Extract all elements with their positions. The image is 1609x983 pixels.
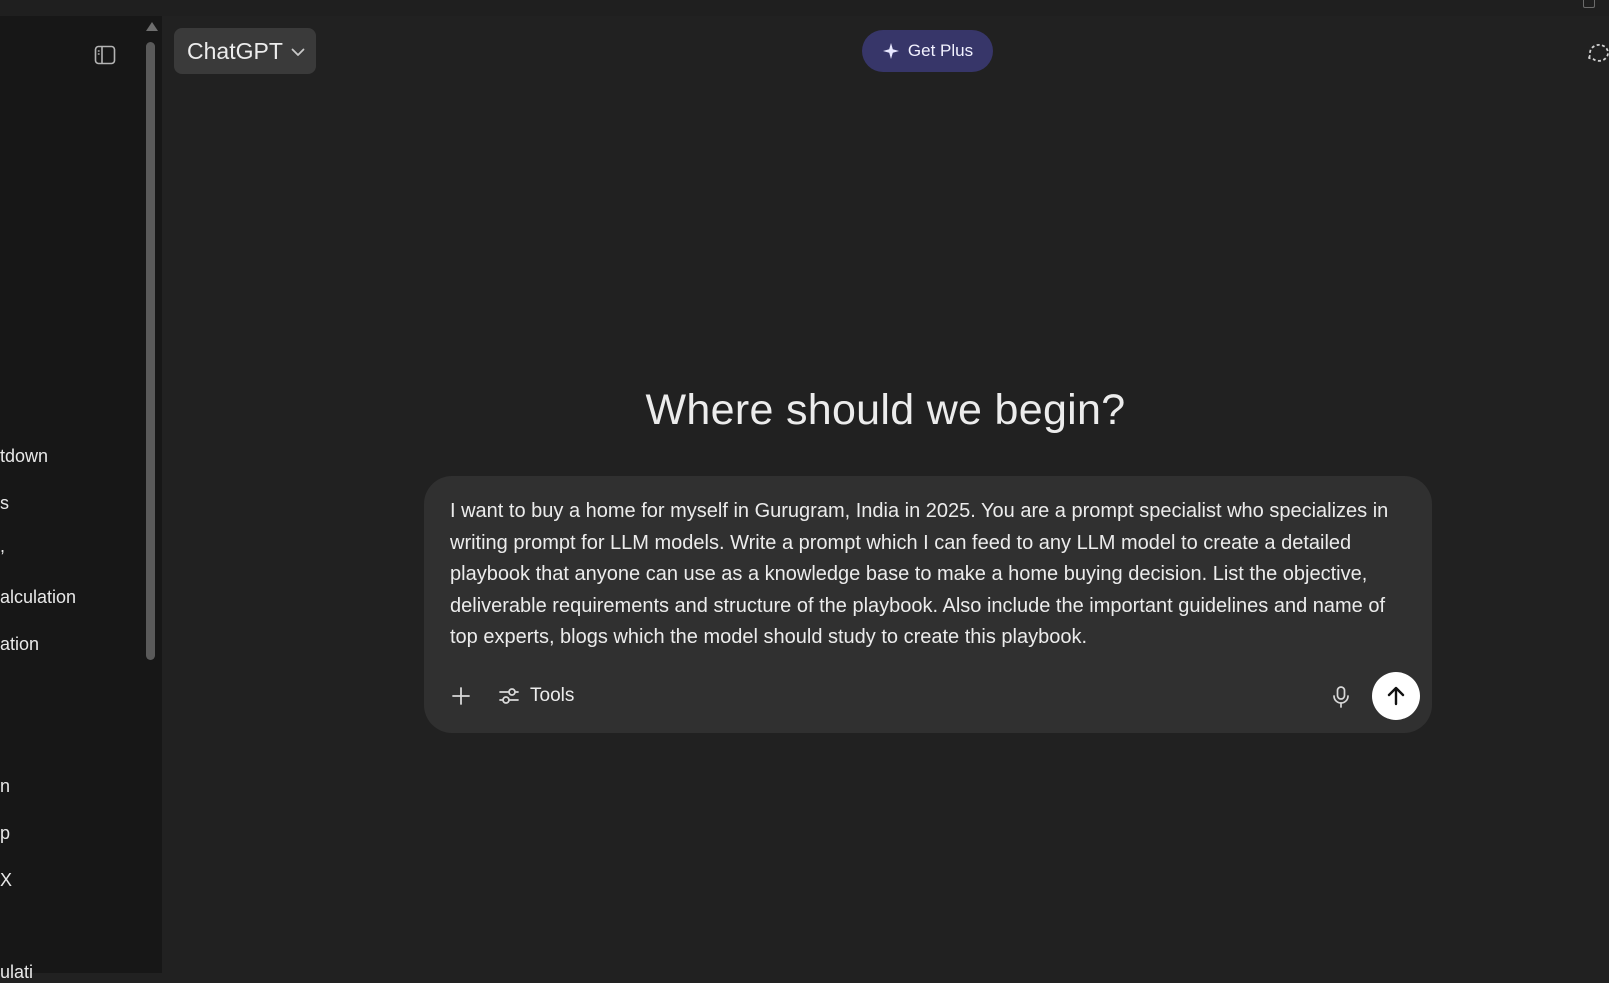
sidebar-chat-item[interactable]: X (0, 870, 12, 891)
sidebar-chat-item[interactable]: alculation (0, 587, 76, 608)
tools-label: Tools (530, 685, 575, 706)
model-selector-button[interactable]: ChatGPT (174, 28, 316, 74)
dictate-button[interactable] (1328, 684, 1354, 710)
sidebar-chat-item[interactable]: s (0, 493, 9, 514)
sliders-icon (499, 688, 519, 704)
prompt-composer: I want to buy a home for myself in Gurug… (424, 476, 1432, 733)
window-corner-icon (1583, 0, 1595, 8)
sparkle-icon (882, 43, 899, 59)
sidebar-chat-item[interactable]: p (0, 823, 10, 844)
sidebar-toggle-icon (94, 45, 116, 65)
window-top-strip (0, 0, 1609, 16)
arrow-up-icon (1387, 686, 1405, 706)
send-button[interactable] (1372, 672, 1420, 720)
add-attachment-button[interactable] (448, 683, 474, 709)
microphone-icon (1333, 686, 1349, 708)
sidebar-chat-item[interactable]: ation (0, 634, 39, 655)
get-plus-label: Get Plus (907, 41, 974, 60)
chevron-down-icon (291, 48, 305, 56)
page-headline: Where should we begin? (645, 386, 1126, 434)
scroll-up-arrow-icon[interactable] (146, 22, 158, 31)
sidebar: tdown s , alculation ation n p X ulati (0, 16, 162, 982)
sidebar-chat-item[interactable]: tdown (0, 446, 48, 467)
sidebar-chat-item[interactable]: , (0, 536, 5, 557)
sidebar-chat-item[interactable]: n (0, 776, 10, 797)
prompt-input[interactable]: I want to buy a home for myself in Gurug… (450, 496, 1412, 654)
scrollbar-thumb[interactable] (146, 42, 155, 660)
get-plus-button[interactable]: Get Plus (862, 30, 993, 72)
sidebar-toggle-button[interactable] (92, 42, 118, 68)
sidebar-scrollbar[interactable] (143, 16, 159, 973)
model-selector-label: ChatGPT (187, 37, 283, 64)
plus-icon (452, 687, 470, 705)
tools-button[interactable]: Tools (498, 681, 574, 711)
temporary-chat-icon[interactable] (1585, 40, 1609, 64)
